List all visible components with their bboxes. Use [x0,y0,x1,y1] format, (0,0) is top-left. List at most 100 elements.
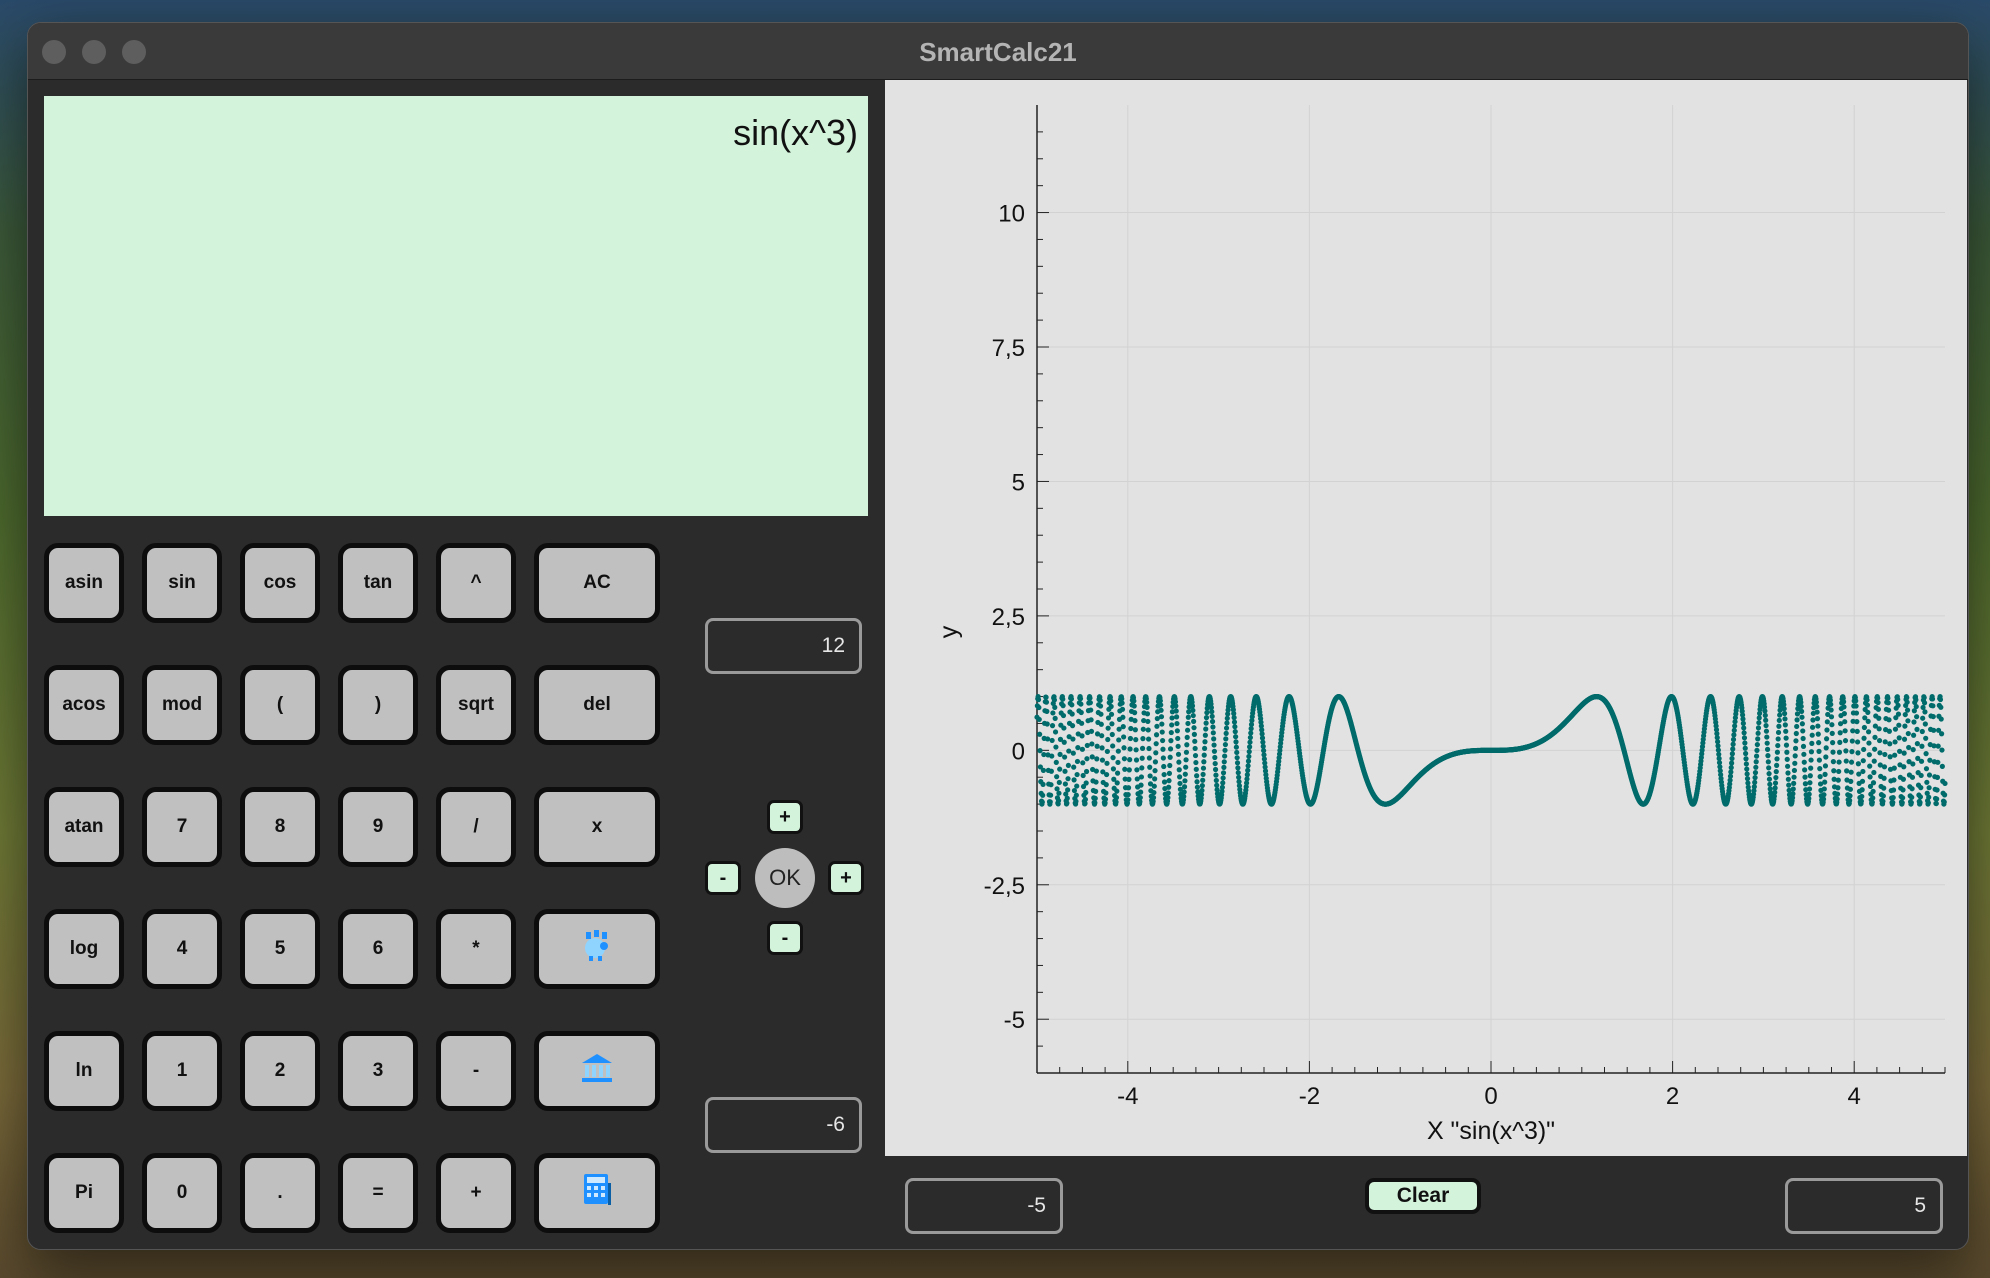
data-point [1213,777,1219,784]
data-point [1119,700,1125,706]
data-point [1087,700,1093,706]
data-point [1211,748,1218,754]
data-point [1200,765,1207,771]
data-point [1104,771,1110,778]
data-point [1247,744,1253,750]
x-increase-button[interactable]: + [828,861,864,895]
data-point [1209,713,1215,719]
data-point [1853,703,1859,709]
key-close-paren[interactable]: ) [338,665,418,745]
data-point [1088,717,1094,723]
data-point [1113,795,1120,801]
key-digit-1[interactable]: 1 [142,1031,222,1111]
x-max-field[interactable]: 5 [1785,1178,1943,1234]
data-point [1199,787,1205,794]
key-divide[interactable]: / [436,787,516,867]
key-digit-6[interactable]: 6 [338,909,418,989]
data-point [1730,736,1737,743]
data-point [1729,755,1735,762]
key-digit-3[interactable]: 3 [338,1031,418,1111]
key-tan[interactable]: tan [338,543,418,623]
bank-button[interactable] [534,1031,660,1111]
key-equals[interactable]: = [338,1153,418,1233]
data-point [1924,779,1930,785]
y-min-field[interactable]: -6 [705,1097,862,1153]
data-point [1892,752,1898,758]
data-point [1848,759,1855,765]
x-min-field[interactable]: -5 [905,1178,1063,1234]
data-point [1065,762,1071,769]
data-point [1753,753,1760,759]
data-point [1126,767,1132,773]
data-point [1235,770,1241,776]
key-atan[interactable]: atan [44,787,124,867]
data-point [1152,776,1158,782]
data-point [1773,769,1779,775]
data-point [1181,784,1188,790]
key-log[interactable]: log [44,909,124,989]
data-point [1824,719,1830,725]
data-point [1793,730,1799,737]
data-point [1800,743,1807,749]
data-point [1741,725,1747,731]
key-decimal-point[interactable]: . [240,1153,320,1233]
key-pi[interactable]: Pi [44,1153,124,1233]
calculator-button[interactable] [534,1153,660,1233]
key-open-paren[interactable]: ( [240,665,320,745]
data-point [1139,755,1145,761]
piggy-bank-button[interactable] [534,909,660,989]
key-digit-8[interactable]: 8 [240,787,320,867]
key-digit-0[interactable]: 0 [142,1153,222,1233]
data-point [1127,735,1134,742]
key-ln[interactable]: ln [44,1031,124,1111]
data-point [1843,748,1849,754]
data-point [1921,700,1928,706]
data-point [1223,725,1230,731]
data-point [1934,774,1941,780]
y-max-field[interactable]: 12 [705,618,862,674]
data-point [1781,706,1787,712]
data-point [1146,745,1152,752]
key-minus[interactable]: - [436,1031,516,1111]
key-cos[interactable]: cos [240,543,320,623]
data-point [1203,715,1210,721]
key-digit-2[interactable]: 2 [240,1031,320,1111]
data-point [1065,776,1071,782]
key-plus[interactable]: + [436,1153,516,1233]
key-sin[interactable]: sin [142,543,222,623]
data-point [1244,772,1250,778]
data-point [1209,709,1215,715]
function-plot[interactable]: -4 -2 0 2 4 10 7,5 5 2,5 0 -2,5 -5 X "sin(x^3)" y [885,80,1967,1156]
x-decrease-button[interactable]: - [705,861,741,895]
data-point [1140,726,1146,732]
key-digit-5[interactable]: 5 [240,909,320,989]
clear-button[interactable]: Clear [1365,1178,1481,1214]
key-multiply[interactable]: * [436,909,516,989]
key-ac[interactable]: AC [534,543,660,623]
ok-button[interactable]: OK [755,848,815,908]
data-point [1079,746,1085,752]
key-power[interactable]: ^ [436,543,516,623]
data-point [1075,744,1081,751]
key-mod[interactable]: mod [142,665,222,745]
data-point [1766,771,1772,777]
key-sqrt[interactable]: sqrt [436,665,516,745]
key-del[interactable]: del [534,665,660,745]
data-point [1807,780,1813,786]
data-point [1077,696,1084,702]
key-digit-9[interactable]: 9 [338,787,418,867]
key-digit-7[interactable]: 7 [142,787,222,867]
data-point [1083,780,1089,786]
y-decrease-button[interactable]: - [767,921,803,955]
key-x[interactable]: x [534,787,660,867]
y-increase-button[interactable]: + [767,800,803,834]
data-point [1183,757,1189,763]
data-point [1191,718,1197,724]
key-asin[interactable]: asin [44,543,124,623]
data-point [1036,716,1042,723]
data-point [1144,711,1151,717]
data-point [1901,736,1908,742]
key-digit-4[interactable]: 4 [142,909,222,989]
key-acos[interactable]: acos [44,665,124,745]
data-point [1062,781,1068,787]
